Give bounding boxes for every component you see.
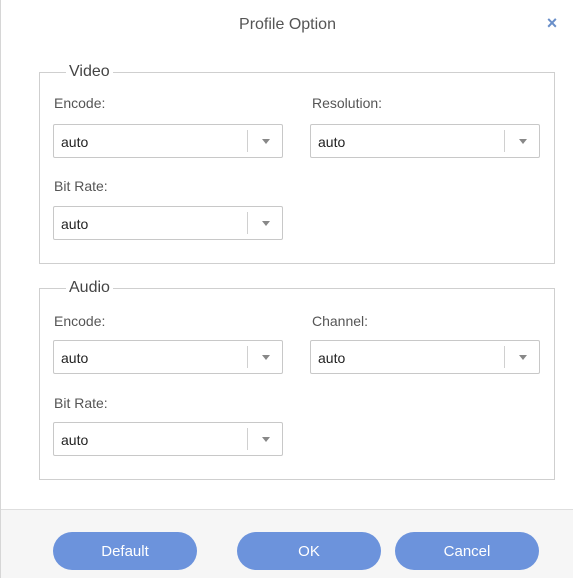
video-encode-select[interactable]: auto — [53, 124, 283, 158]
audio-bitrate-select[interactable]: auto — [53, 422, 283, 456]
dialog-footer: Default OK Cancel — [1, 509, 573, 578]
chevron-down-icon[interactable] — [262, 355, 270, 360]
chevron-down-icon[interactable] — [519, 355, 527, 360]
video-bitrate-select[interactable]: auto — [53, 206, 283, 240]
select-divider — [504, 130, 505, 152]
audio-encode-value: auto — [61, 350, 89, 366]
chevron-down-icon[interactable] — [519, 139, 527, 144]
video-resolution-value: auto — [318, 134, 346, 150]
audio-channel-label: Channel: — [312, 313, 369, 329]
select-divider — [247, 212, 248, 234]
audio-bitrate-label: Bit Rate: — [54, 395, 108, 411]
video-legend: Video — [69, 63, 110, 80]
dialog-title: Profile Option — [239, 16, 336, 33]
select-divider — [247, 428, 248, 450]
video-bitrate-label: Bit Rate: — [54, 178, 108, 194]
select-divider — [247, 346, 248, 368]
chevron-down-icon[interactable] — [262, 139, 270, 144]
chevron-down-icon[interactable] — [262, 437, 270, 442]
audio-legend: Audio — [69, 279, 110, 296]
video-encode-value: auto — [61, 134, 89, 150]
video-encode-label: Encode: — [54, 95, 106, 111]
video-bitrate-value: auto — [61, 216, 89, 232]
audio-encode-select[interactable]: auto — [53, 340, 283, 374]
audio-channel-select[interactable]: auto — [310, 340, 540, 374]
cancel-button[interactable]: Cancel — [395, 532, 539, 570]
video-resolution-label: Resolution: — [312, 95, 383, 111]
close-icon[interactable]: × — [542, 13, 562, 33]
audio-bitrate-value: auto — [61, 432, 89, 448]
default-button[interactable]: Default — [53, 532, 197, 570]
audio-channel-value: auto — [318, 350, 346, 366]
ok-button[interactable]: OK — [237, 532, 381, 570]
chevron-down-icon[interactable] — [262, 221, 270, 226]
audio-encode-label: Encode: — [54, 313, 106, 329]
select-divider — [247, 130, 248, 152]
select-divider — [504, 346, 505, 368]
profile-option-dialog: Profile Option × Video Encode: auto Reso… — [0, 0, 573, 578]
video-resolution-select[interactable]: auto — [310, 124, 540, 158]
